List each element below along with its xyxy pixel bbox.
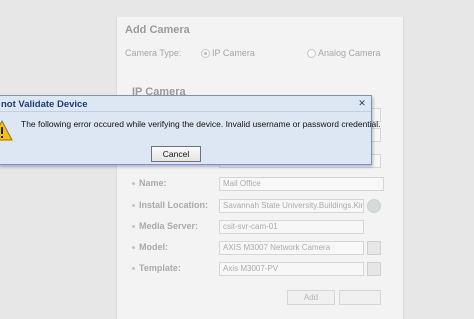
template-label: Template: — [139, 263, 181, 273]
name-input[interactable]: Mail Office — [219, 177, 384, 191]
form-cancel-button[interactable] — [339, 290, 381, 305]
model-input[interactable]: AXIS M3007 Network Camera — [219, 241, 364, 255]
location-picker-icon[interactable] — [367, 199, 381, 213]
media-server-input[interactable]: csit-svr-cam-01 — [219, 220, 364, 234]
bullet-icon — [132, 225, 135, 228]
bullet-icon — [132, 204, 135, 207]
name-row: Name: Mail Office — [124, 177, 384, 191]
add-button[interactable]: Add — [287, 290, 335, 305]
ip-camera-label: IP Camera — [212, 48, 255, 58]
template-browse-icon[interactable] — [367, 262, 381, 276]
install-location-row: Install Location: Savannah State Univers… — [124, 199, 384, 213]
analog-camera-label: Analog Camera — [318, 48, 381, 58]
media-server-label: Media Server: — [139, 221, 199, 231]
dialog-cancel-button[interactable]: Cancel — [151, 146, 201, 162]
dialog-title: not Validate Device — [1, 99, 88, 110]
media-server-row: Media Server: csit-svr-cam-01 — [124, 220, 384, 234]
analog-camera-radio[interactable] — [307, 49, 316, 58]
camera-type-label: Camera Type: — [125, 48, 182, 58]
bullet-icon — [132, 267, 135, 270]
model-browse-icon[interactable] — [367, 241, 381, 255]
dialog-message: The following error occured while verify… — [21, 119, 381, 129]
install-location-label: Install Location: — [139, 200, 209, 210]
ip-camera-radio[interactable] — [201, 49, 210, 58]
model-label: Model: — [139, 242, 168, 252]
dialog-body: The following error occured while verify… — [0, 111, 381, 164]
bullet-icon — [132, 182, 135, 185]
template-row: Template: Axis M3007-PV — [124, 262, 384, 276]
model-row: Model: AXIS M3007 Network Camera — [124, 241, 384, 255]
install-location-input[interactable]: Savannah State University.Buildings.Kin — [219, 199, 364, 213]
bullet-icon — [132, 246, 135, 249]
app-window: Add Camera Camera Type: IP Camera Analog… — [0, 0, 474, 319]
template-input[interactable]: Axis M3007-PV — [219, 262, 364, 276]
close-icon[interactable]: ✕ — [357, 99, 367, 109]
panel-title: Add Camera — [125, 24, 190, 36]
warning-icon — [0, 119, 13, 147]
error-dialog: not Validate Device ✕ The following erro… — [0, 95, 381, 165]
name-label: Name: — [139, 178, 167, 188]
